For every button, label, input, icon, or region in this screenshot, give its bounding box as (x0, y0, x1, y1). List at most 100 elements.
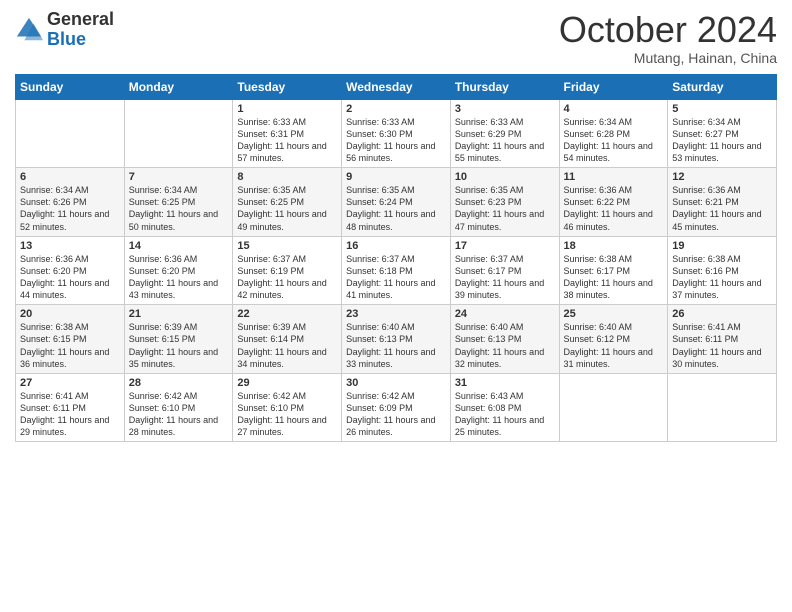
calendar-week-row: 1Sunrise: 6:33 AMSunset: 6:31 PMDaylight… (16, 99, 777, 168)
day-number: 5 (672, 103, 772, 115)
day-info: Sunrise: 6:38 AMSunset: 6:17 PMDaylight:… (564, 253, 664, 302)
day-info: Sunrise: 6:37 AMSunset: 6:18 PMDaylight:… (346, 253, 446, 302)
day-number: 15 (237, 240, 337, 252)
day-info: Sunrise: 6:40 AMSunset: 6:12 PMDaylight:… (564, 321, 664, 370)
calendar-cell: 25Sunrise: 6:40 AMSunset: 6:12 PMDayligh… (559, 305, 668, 374)
calendar-cell: 14Sunrise: 6:36 AMSunset: 6:20 PMDayligh… (124, 236, 233, 305)
day-number: 18 (564, 240, 664, 252)
day-info: Sunrise: 6:33 AMSunset: 6:29 PMDaylight:… (455, 116, 555, 165)
day-number: 12 (672, 171, 772, 183)
weekday-header: Tuesday (233, 74, 342, 99)
day-info: Sunrise: 6:35 AMSunset: 6:23 PMDaylight:… (455, 184, 555, 233)
calendar-cell: 27Sunrise: 6:41 AMSunset: 6:11 PMDayligh… (16, 373, 125, 442)
calendar-cell: 2Sunrise: 6:33 AMSunset: 6:30 PMDaylight… (342, 99, 451, 168)
day-info: Sunrise: 6:37 AMSunset: 6:19 PMDaylight:… (237, 253, 337, 302)
day-info: Sunrise: 6:36 AMSunset: 6:20 PMDaylight:… (20, 253, 120, 302)
calendar-week-row: 27Sunrise: 6:41 AMSunset: 6:11 PMDayligh… (16, 373, 777, 442)
day-info: Sunrise: 6:33 AMSunset: 6:30 PMDaylight:… (346, 116, 446, 165)
weekday-header: Friday (559, 74, 668, 99)
day-number: 10 (455, 171, 555, 183)
calendar-cell: 31Sunrise: 6:43 AMSunset: 6:08 PMDayligh… (450, 373, 559, 442)
calendar-cell (668, 373, 777, 442)
day-info: Sunrise: 6:41 AMSunset: 6:11 PMDaylight:… (672, 321, 772, 370)
calendar-cell (124, 99, 233, 168)
day-number: 24 (455, 308, 555, 320)
subtitle: Mutang, Hainan, China (559, 50, 777, 66)
logo-blue: Blue (47, 30, 114, 50)
day-info: Sunrise: 6:34 AMSunset: 6:28 PMDaylight:… (564, 116, 664, 165)
day-info: Sunrise: 6:38 AMSunset: 6:16 PMDaylight:… (672, 253, 772, 302)
day-info: Sunrise: 6:36 AMSunset: 6:21 PMDaylight:… (672, 184, 772, 233)
calendar-cell: 11Sunrise: 6:36 AMSunset: 6:22 PMDayligh… (559, 168, 668, 237)
calendar-cell: 10Sunrise: 6:35 AMSunset: 6:23 PMDayligh… (450, 168, 559, 237)
day-info: Sunrise: 6:36 AMSunset: 6:20 PMDaylight:… (129, 253, 229, 302)
day-info: Sunrise: 6:42 AMSunset: 6:09 PMDaylight:… (346, 390, 446, 439)
calendar-cell: 13Sunrise: 6:36 AMSunset: 6:20 PMDayligh… (16, 236, 125, 305)
day-number: 7 (129, 171, 229, 183)
day-number: 3 (455, 103, 555, 115)
calendar-cell: 9Sunrise: 6:35 AMSunset: 6:24 PMDaylight… (342, 168, 451, 237)
calendar-week-row: 13Sunrise: 6:36 AMSunset: 6:20 PMDayligh… (16, 236, 777, 305)
calendar-cell (559, 373, 668, 442)
day-info: Sunrise: 6:35 AMSunset: 6:24 PMDaylight:… (346, 184, 446, 233)
calendar-cell: 24Sunrise: 6:40 AMSunset: 6:13 PMDayligh… (450, 305, 559, 374)
weekday-header: Monday (124, 74, 233, 99)
calendar-cell: 22Sunrise: 6:39 AMSunset: 6:14 PMDayligh… (233, 305, 342, 374)
day-number: 22 (237, 308, 337, 320)
calendar-cell: 19Sunrise: 6:38 AMSunset: 6:16 PMDayligh… (668, 236, 777, 305)
calendar-cell (16, 99, 125, 168)
calendar-cell: 8Sunrise: 6:35 AMSunset: 6:25 PMDaylight… (233, 168, 342, 237)
header: General Blue October 2024 Mutang, Hainan… (15, 10, 777, 66)
weekday-header: Saturday (668, 74, 777, 99)
calendar-cell: 20Sunrise: 6:38 AMSunset: 6:15 PMDayligh… (16, 305, 125, 374)
calendar-week-row: 6Sunrise: 6:34 AMSunset: 6:26 PMDaylight… (16, 168, 777, 237)
calendar-cell: 18Sunrise: 6:38 AMSunset: 6:17 PMDayligh… (559, 236, 668, 305)
day-info: Sunrise: 6:40 AMSunset: 6:13 PMDaylight:… (346, 321, 446, 370)
weekday-header: Thursday (450, 74, 559, 99)
day-number: 30 (346, 377, 446, 389)
day-info: Sunrise: 6:43 AMSunset: 6:08 PMDaylight:… (455, 390, 555, 439)
calendar-cell: 16Sunrise: 6:37 AMSunset: 6:18 PMDayligh… (342, 236, 451, 305)
weekday-header: Wednesday (342, 74, 451, 99)
day-number: 21 (129, 308, 229, 320)
day-number: 20 (20, 308, 120, 320)
day-number: 16 (346, 240, 446, 252)
day-number: 6 (20, 171, 120, 183)
day-info: Sunrise: 6:42 AMSunset: 6:10 PMDaylight:… (129, 390, 229, 439)
day-info: Sunrise: 6:39 AMSunset: 6:14 PMDaylight:… (237, 321, 337, 370)
calendar-week-row: 20Sunrise: 6:38 AMSunset: 6:15 PMDayligh… (16, 305, 777, 374)
day-number: 31 (455, 377, 555, 389)
day-info: Sunrise: 6:34 AMSunset: 6:26 PMDaylight:… (20, 184, 120, 233)
day-number: 1 (237, 103, 337, 115)
calendar-cell: 23Sunrise: 6:40 AMSunset: 6:13 PMDayligh… (342, 305, 451, 374)
weekday-header: Sunday (16, 74, 125, 99)
day-info: Sunrise: 6:42 AMSunset: 6:10 PMDaylight:… (237, 390, 337, 439)
day-number: 26 (672, 308, 772, 320)
day-info: Sunrise: 6:37 AMSunset: 6:17 PMDaylight:… (455, 253, 555, 302)
calendar-cell: 30Sunrise: 6:42 AMSunset: 6:09 PMDayligh… (342, 373, 451, 442)
day-number: 27 (20, 377, 120, 389)
calendar-cell: 3Sunrise: 6:33 AMSunset: 6:29 PMDaylight… (450, 99, 559, 168)
day-number: 8 (237, 171, 337, 183)
page: General Blue October 2024 Mutang, Hainan… (0, 0, 792, 612)
logo: General Blue (15, 10, 114, 50)
calendar-cell: 28Sunrise: 6:42 AMSunset: 6:10 PMDayligh… (124, 373, 233, 442)
day-info: Sunrise: 6:40 AMSunset: 6:13 PMDaylight:… (455, 321, 555, 370)
calendar-cell: 17Sunrise: 6:37 AMSunset: 6:17 PMDayligh… (450, 236, 559, 305)
day-number: 17 (455, 240, 555, 252)
day-number: 9 (346, 171, 446, 183)
day-number: 2 (346, 103, 446, 115)
calendar-cell: 26Sunrise: 6:41 AMSunset: 6:11 PMDayligh… (668, 305, 777, 374)
calendar-table: SundayMondayTuesdayWednesdayThursdayFrid… (15, 74, 777, 443)
day-info: Sunrise: 6:41 AMSunset: 6:11 PMDaylight:… (20, 390, 120, 439)
day-number: 13 (20, 240, 120, 252)
day-info: Sunrise: 6:38 AMSunset: 6:15 PMDaylight:… (20, 321, 120, 370)
day-info: Sunrise: 6:39 AMSunset: 6:15 PMDaylight:… (129, 321, 229, 370)
day-number: 4 (564, 103, 664, 115)
logo-icon (15, 16, 43, 44)
day-info: Sunrise: 6:36 AMSunset: 6:22 PMDaylight:… (564, 184, 664, 233)
day-number: 23 (346, 308, 446, 320)
day-number: 25 (564, 308, 664, 320)
calendar-cell: 7Sunrise: 6:34 AMSunset: 6:25 PMDaylight… (124, 168, 233, 237)
calendar-cell: 5Sunrise: 6:34 AMSunset: 6:27 PMDaylight… (668, 99, 777, 168)
